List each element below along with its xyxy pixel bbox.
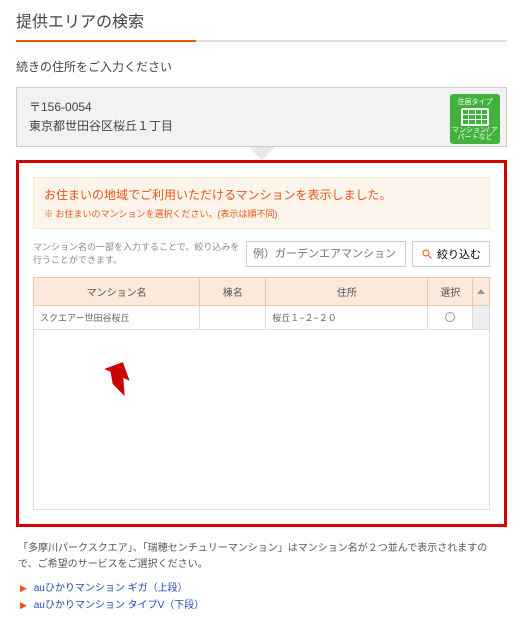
highlighted-frame: お住まいの地域でご利用いただけるマンションを表示しました。 ※ お住まいのマンシ… xyxy=(16,160,507,527)
table-empty-area xyxy=(33,330,490,510)
table-row[interactable]: スクエアー世田谷桜丘 桜丘１−２−２０ xyxy=(34,306,490,330)
page-title: 提供エリアの検索 xyxy=(16,8,507,42)
pointer-arrow-icon xyxy=(248,146,276,160)
scrollbar-track[interactable] xyxy=(473,306,490,330)
cell-addr: 桜丘１−２−２０ xyxy=(266,306,428,330)
subtitle: 続きの住所をご入力ください xyxy=(16,58,507,75)
result-note: ※ お住まいのマンションを選択ください。(表示は順不同) xyxy=(44,207,479,220)
footer-note: 「多摩川パークスクエア」、「瑞穂センチュリーマンション」はマンション名が２つ並ん… xyxy=(18,541,505,573)
address-box: 〒156-0054 東京都世田谷区桜丘１丁目 住居タイプ マンション/ アパート… xyxy=(16,87,507,147)
filter-hint: マンション名の一部を入力することで、絞り込みを行うことができます。 xyxy=(33,241,240,266)
mansion-filter-input[interactable] xyxy=(246,241,406,267)
annotation-arrow-icon xyxy=(100,362,136,402)
triangle-icon: ▶ xyxy=(20,600,27,610)
service-link-typev[interactable]: auひかりマンション タイプV（下段） xyxy=(34,600,205,611)
postal-code: 〒156-0054 xyxy=(29,98,494,115)
result-message-box: お住まいの地域でご利用いただけるマンションを表示しました。 ※ お住まいのマンシ… xyxy=(33,177,490,229)
search-icon xyxy=(421,248,433,260)
badge-bottom-label: マンション/ アパートなど xyxy=(452,127,498,141)
residence-type-badge: 住居タイプ マンション/ アパートなど xyxy=(450,94,500,144)
badge-top-label: 住居タイプ xyxy=(458,97,493,107)
link-row-1: ▶ auひかりマンション ギガ（上段） xyxy=(20,579,507,594)
cell-wing xyxy=(200,306,266,330)
service-link-giga[interactable]: auひかりマンション ギガ（上段） xyxy=(34,583,188,594)
col-header-name: マンション名 xyxy=(34,278,200,306)
cell-name: スクエアー世田谷桜丘 xyxy=(34,306,200,330)
address-line: 東京都世田谷区桜丘１丁目 xyxy=(29,117,494,134)
filter-button[interactable]: 絞り込む xyxy=(412,241,490,267)
result-message: お住まいの地域でご利用いただけるマンションを表示しました。 xyxy=(44,186,479,203)
link-row-2: ▶ auひかりマンション タイプV（下段） xyxy=(20,596,507,611)
mansion-table: マンション名 棟名 住所 選択 スクエアー世田谷桜丘 桜丘１−２−２０ xyxy=(33,277,490,330)
select-radio[interactable] xyxy=(445,312,455,322)
triangle-icon: ▶ xyxy=(20,583,27,593)
col-header-wing: 棟名 xyxy=(200,278,266,306)
col-header-addr: 住所 xyxy=(266,278,428,306)
filter-row: マンション名の一部を入力することで、絞り込みを行うことができます。 絞り込む xyxy=(33,241,490,267)
filter-button-label: 絞り込む xyxy=(437,246,481,262)
col-header-select: 選択 xyxy=(428,278,473,306)
cell-select[interactable] xyxy=(428,306,473,330)
apartment-icon xyxy=(461,108,489,126)
scroll-up-icon[interactable] xyxy=(473,278,490,306)
